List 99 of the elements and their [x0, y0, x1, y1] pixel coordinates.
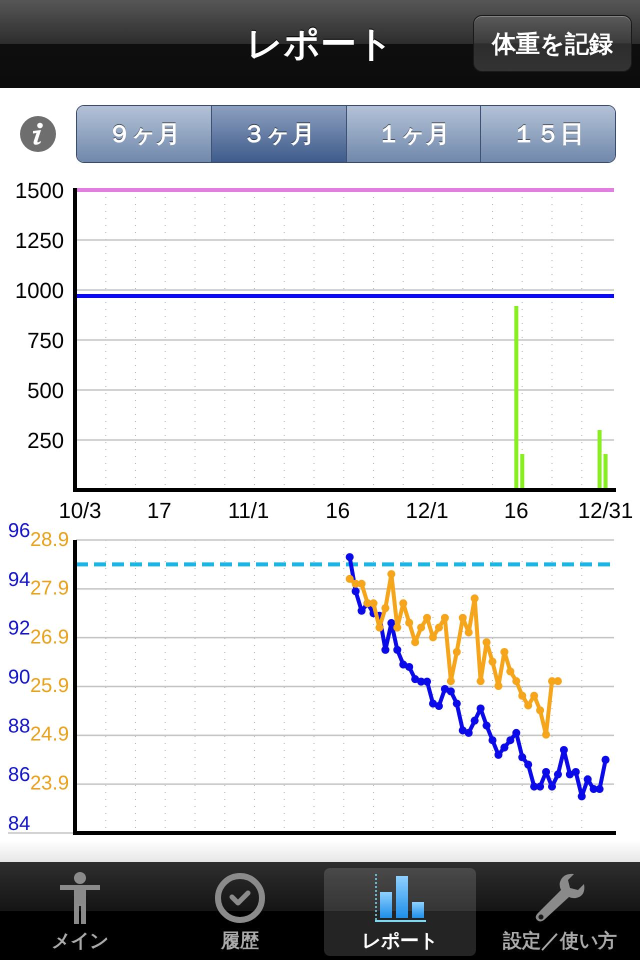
person-icon: [60, 872, 100, 924]
axis-label: 16: [504, 498, 529, 523]
tab-item[interactable]: 履歴: [164, 868, 316, 956]
axis-label: 23.9: [30, 772, 69, 794]
record-weight-button[interactable]: 体重を記録: [473, 15, 632, 72]
point: [482, 722, 491, 730]
point: [488, 736, 496, 744]
axis-label: 1250: [15, 228, 64, 253]
point: [446, 687, 455, 696]
clock-icon: [214, 872, 266, 924]
axis-label: 500: [27, 378, 64, 403]
screen-title: レポート: [246, 22, 394, 66]
point: [417, 624, 426, 632]
point: [434, 624, 443, 632]
point: [596, 785, 604, 794]
point: [405, 662, 414, 671]
axis-label: 10/3: [58, 498, 102, 523]
point: [452, 700, 461, 708]
axis-label: 94: [8, 568, 30, 591]
point: [470, 716, 479, 725]
point: [346, 553, 354, 562]
point: [375, 624, 384, 632]
point: [494, 682, 502, 690]
point: [381, 646, 390, 654]
point: [500, 648, 508, 656]
point: [524, 701, 532, 710]
point: [494, 750, 502, 759]
axis-label: 750: [27, 328, 64, 353]
point: [488, 658, 496, 666]
wrench-icon: [534, 872, 586, 924]
point: [524, 760, 532, 769]
point: [352, 587, 360, 596]
tab-item[interactable]: 設定／使い方: [484, 868, 636, 956]
axis-label: 12/1: [406, 498, 448, 523]
point: [542, 730, 550, 739]
bar-chart-icon: [374, 872, 426, 924]
point: [446, 677, 455, 686]
axis-label: 1000: [15, 278, 64, 303]
point: [554, 770, 562, 778]
point: [393, 646, 402, 654]
axis-label: 250: [27, 428, 64, 453]
axis-label: 25.9: [30, 675, 69, 698]
tab-item[interactable]: メイン: [4, 868, 156, 956]
point: [560, 746, 568, 754]
point: [434, 702, 443, 710]
axis-label: 88: [8, 715, 30, 738]
point: [358, 580, 366, 588]
point: [393, 624, 402, 632]
point: [506, 667, 514, 676]
point: [464, 728, 473, 737]
info-icon[interactable]: [20, 116, 56, 152]
axis-label: 90: [8, 666, 30, 688]
point: [405, 618, 414, 627]
point: [346, 574, 354, 583]
point: [399, 599, 408, 608]
point: [512, 677, 520, 686]
point: [470, 594, 479, 602]
tab-item[interactable]: レポート: [324, 868, 476, 956]
point: [452, 648, 461, 656]
point: [440, 614, 449, 622]
axis-label: 92: [8, 618, 30, 640]
point: [464, 628, 473, 636]
axis-label: 96: [8, 520, 30, 542]
point: [602, 756, 610, 764]
tab-label: 履歴: [221, 929, 259, 954]
point: [500, 744, 508, 752]
point: [423, 678, 432, 686]
point: [458, 614, 467, 622]
point: [572, 768, 580, 776]
axis-label: 16: [326, 498, 350, 523]
point: [387, 570, 396, 578]
point: [482, 638, 491, 646]
axis-label: 1500: [15, 178, 64, 203]
axis-label: 28.9: [30, 529, 69, 551]
axis-label: 84: [8, 813, 30, 835]
period-segment[interactable]: ３ヶ月: [210, 106, 346, 162]
tab-label: 設定／使い方: [503, 929, 617, 954]
point: [518, 692, 526, 700]
point: [536, 782, 544, 791]
axis-label: 11/1: [228, 498, 270, 523]
axis-label: 24.9: [30, 724, 69, 746]
axis-label: 12/31: [578, 498, 634, 523]
axis-label: 27.9: [30, 578, 69, 600]
point: [518, 753, 526, 762]
point: [411, 638, 420, 646]
point: [429, 700, 437, 708]
point: [476, 677, 485, 686]
axis-label: 17: [147, 498, 172, 523]
axis-label: 86: [8, 764, 30, 786]
tab-label: レポート: [362, 929, 438, 954]
point: [506, 736, 514, 744]
axis-label: 26.9: [30, 626, 69, 648]
point: [536, 706, 544, 714]
point: [512, 728, 520, 737]
point: [381, 604, 390, 612]
tab-label: メイン: [52, 929, 108, 954]
point: [387, 619, 396, 628]
point: [566, 770, 574, 778]
point: [370, 599, 378, 608]
